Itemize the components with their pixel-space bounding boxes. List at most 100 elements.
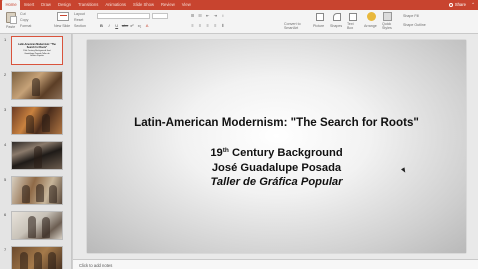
share-button[interactable]: Share [448, 0, 466, 10]
convert-to-smartart-button[interactable]: Convert to SmartArt [284, 22, 312, 30]
thumbnail-image [22, 185, 30, 203]
justify-icon[interactable]: ≡ [213, 23, 218, 28]
new-slide-icon[interactable] [57, 12, 69, 21]
current-slide[interactable]: Latin-American Modernism: "The Search fo… [87, 40, 466, 253]
format-painter-button[interactable]: Format [20, 24, 31, 28]
tab-review[interactable]: Review [157, 0, 178, 10]
thumbnail-number: 1 [4, 37, 7, 42]
slide-thumbnail-pane: 1 Latin-American Modernism: "The Search … [0, 34, 72, 269]
subscript-button[interactable]: x₂ [137, 23, 142, 28]
align-left-icon[interactable]: ≡ [190, 23, 195, 28]
slide-thumbnail-4[interactable] [11, 141, 63, 170]
collapse-ribbon-icon[interactable]: ⌃ [471, 2, 475, 8]
thumbnail-title: Latin-American Modernism: "The Search fo… [18, 43, 56, 49]
notes-pane[interactable]: Click to add notes [73, 259, 478, 269]
text-box-label: Text Box [347, 22, 354, 30]
share-label: Share [454, 2, 466, 7]
increase-indent-icon[interactable]: ⇥ [213, 13, 218, 18]
tab-slide-show[interactable]: Slide Show [130, 0, 158, 10]
slide-title[interactable]: Latin-American Modernism: "The Search fo… [87, 116, 466, 129]
shape-outline-button[interactable]: Shape Outline [403, 23, 426, 27]
font-size-dropdown[interactable] [152, 13, 168, 19]
thumbnail-number: 3 [4, 107, 7, 112]
thumbnail-number: 6 [4, 212, 7, 217]
thumbnail-image [48, 252, 56, 269]
tab-design[interactable]: Design [54, 0, 74, 10]
thumbnail-image [42, 217, 50, 238]
font-name-dropdown[interactable] [97, 13, 150, 19]
thumbnail-number: 2 [4, 72, 7, 77]
copy-button[interactable]: Copy [20, 18, 28, 22]
font-color-button[interactable]: A [145, 23, 150, 28]
share-person-icon [448, 3, 453, 7]
columns-icon[interactable]: ⫴ [220, 23, 225, 28]
body-line-3: Taller de Gráfica Popular [210, 176, 343, 188]
thumbnail-row-6[interactable]: 6 [0, 211, 71, 245]
thumbnail-image [32, 78, 40, 96]
tab-view[interactable]: View [178, 0, 194, 10]
arrange-label: Arrange [364, 24, 377, 28]
thumbnail-row-1[interactable]: 1 Latin-American Modernism: "The Search … [0, 36, 71, 70]
slide-editor: Latin-American Modernism: "The Search fo… [73, 34, 478, 259]
underline-button[interactable]: U [114, 23, 119, 28]
tab-draw[interactable]: Draw [38, 0, 55, 10]
text-format-buttons: B I U abc x² x₂ A [99, 23, 150, 28]
picture-label: Picture [313, 24, 325, 28]
slide-thumbnail-2[interactable] [11, 71, 63, 100]
slide-thumbnail-7[interactable] [11, 246, 63, 269]
bold-button[interactable]: B [99, 23, 104, 28]
paragraph-buttons: ☰ ☷ ⇤ ⇥ ↕ [190, 13, 225, 18]
layout-button[interactable]: Layout [74, 12, 85, 16]
body-line-1-number: 19 [210, 147, 223, 159]
thumbnail-subtitle: 19th Century Background José Guadalupe P… [23, 50, 51, 58]
text-box-icon[interactable] [349, 13, 357, 21]
superscript-button[interactable]: x² [129, 23, 134, 28]
cut-button[interactable]: Cut [20, 12, 26, 16]
section-button[interactable]: Section [74, 24, 86, 28]
thumbnail-image [26, 115, 34, 133]
thumbnail-row-2[interactable]: 2 [0, 71, 71, 105]
bullets-icon[interactable]: ☰ [190, 13, 195, 18]
strikethrough-button[interactable]: abc [122, 23, 128, 28]
shape-fill-button[interactable]: Shape Fill [403, 14, 419, 18]
reset-button[interactable]: Reset [74, 18, 83, 22]
ribbon-tab-bar: Home Insert Draw Design Transitions Anim… [0, 0, 478, 10]
tab-transitions[interactable]: Transitions [74, 0, 101, 10]
slide-thumbnail-6[interactable] [11, 211, 63, 240]
paste-icon[interactable] [6, 12, 17, 24]
body-line-2: José Guadalupe Posada [211, 161, 342, 174]
tab-insert[interactable]: Insert [20, 0, 37, 10]
slide-body-text[interactable]: 19th Century Background José Guadalupe P… [87, 144, 466, 190]
align-center-icon[interactable]: ≡ [198, 23, 203, 28]
tab-animations[interactable]: Animations [102, 0, 130, 10]
decrease-indent-icon[interactable]: ⇤ [205, 13, 210, 18]
thumbnail-row-4[interactable]: 4 [0, 141, 71, 175]
align-right-icon[interactable]: ≡ [205, 23, 210, 28]
body-line-1: 19th Century Background [87, 144, 466, 161]
numbering-icon[interactable]: ☷ [198, 13, 203, 18]
slide-thumbnail-5[interactable] [11, 176, 63, 205]
shapes-label: Shapes [330, 24, 343, 28]
quick-styles-label: Quick Styles [382, 22, 392, 30]
picture-icon[interactable] [316, 13, 324, 21]
thumbnail-row-7[interactable]: 7 [0, 246, 71, 269]
slide-thumbnail-1[interactable]: Latin-American Modernism: "The Search fo… [11, 36, 63, 65]
powerpoint-window: Home Insert Draw Design Transitions Anim… [0, 0, 478, 269]
thumbnail-row-5[interactable]: 5 [0, 176, 71, 210]
thumbnail-number: 7 [4, 247, 7, 252]
thumbnail-image [42, 114, 50, 132]
thumbnail-image [36, 184, 44, 202]
slide-thumbnail-3[interactable] [11, 106, 63, 135]
tab-home[interactable]: Home [2, 0, 21, 10]
thumbnail-number: 4 [4, 142, 7, 147]
ribbon-home: Paste Cut Copy Format New Slide Layout R… [0, 10, 478, 34]
new-slide-label: New Slide [54, 24, 71, 28]
quick-styles-icon[interactable] [383, 12, 392, 21]
thumbnail-row-3[interactable]: 3 [0, 106, 71, 140]
shapes-icon[interactable] [333, 13, 341, 21]
align-buttons: ≡ ≡ ≡ ≡ ⫴ [190, 23, 225, 28]
paste-label: Paste [6, 25, 16, 29]
italic-button[interactable]: I [107, 23, 112, 28]
arrange-icon[interactable] [367, 12, 376, 21]
line-spacing-icon[interactable]: ↕ [220, 13, 225, 18]
